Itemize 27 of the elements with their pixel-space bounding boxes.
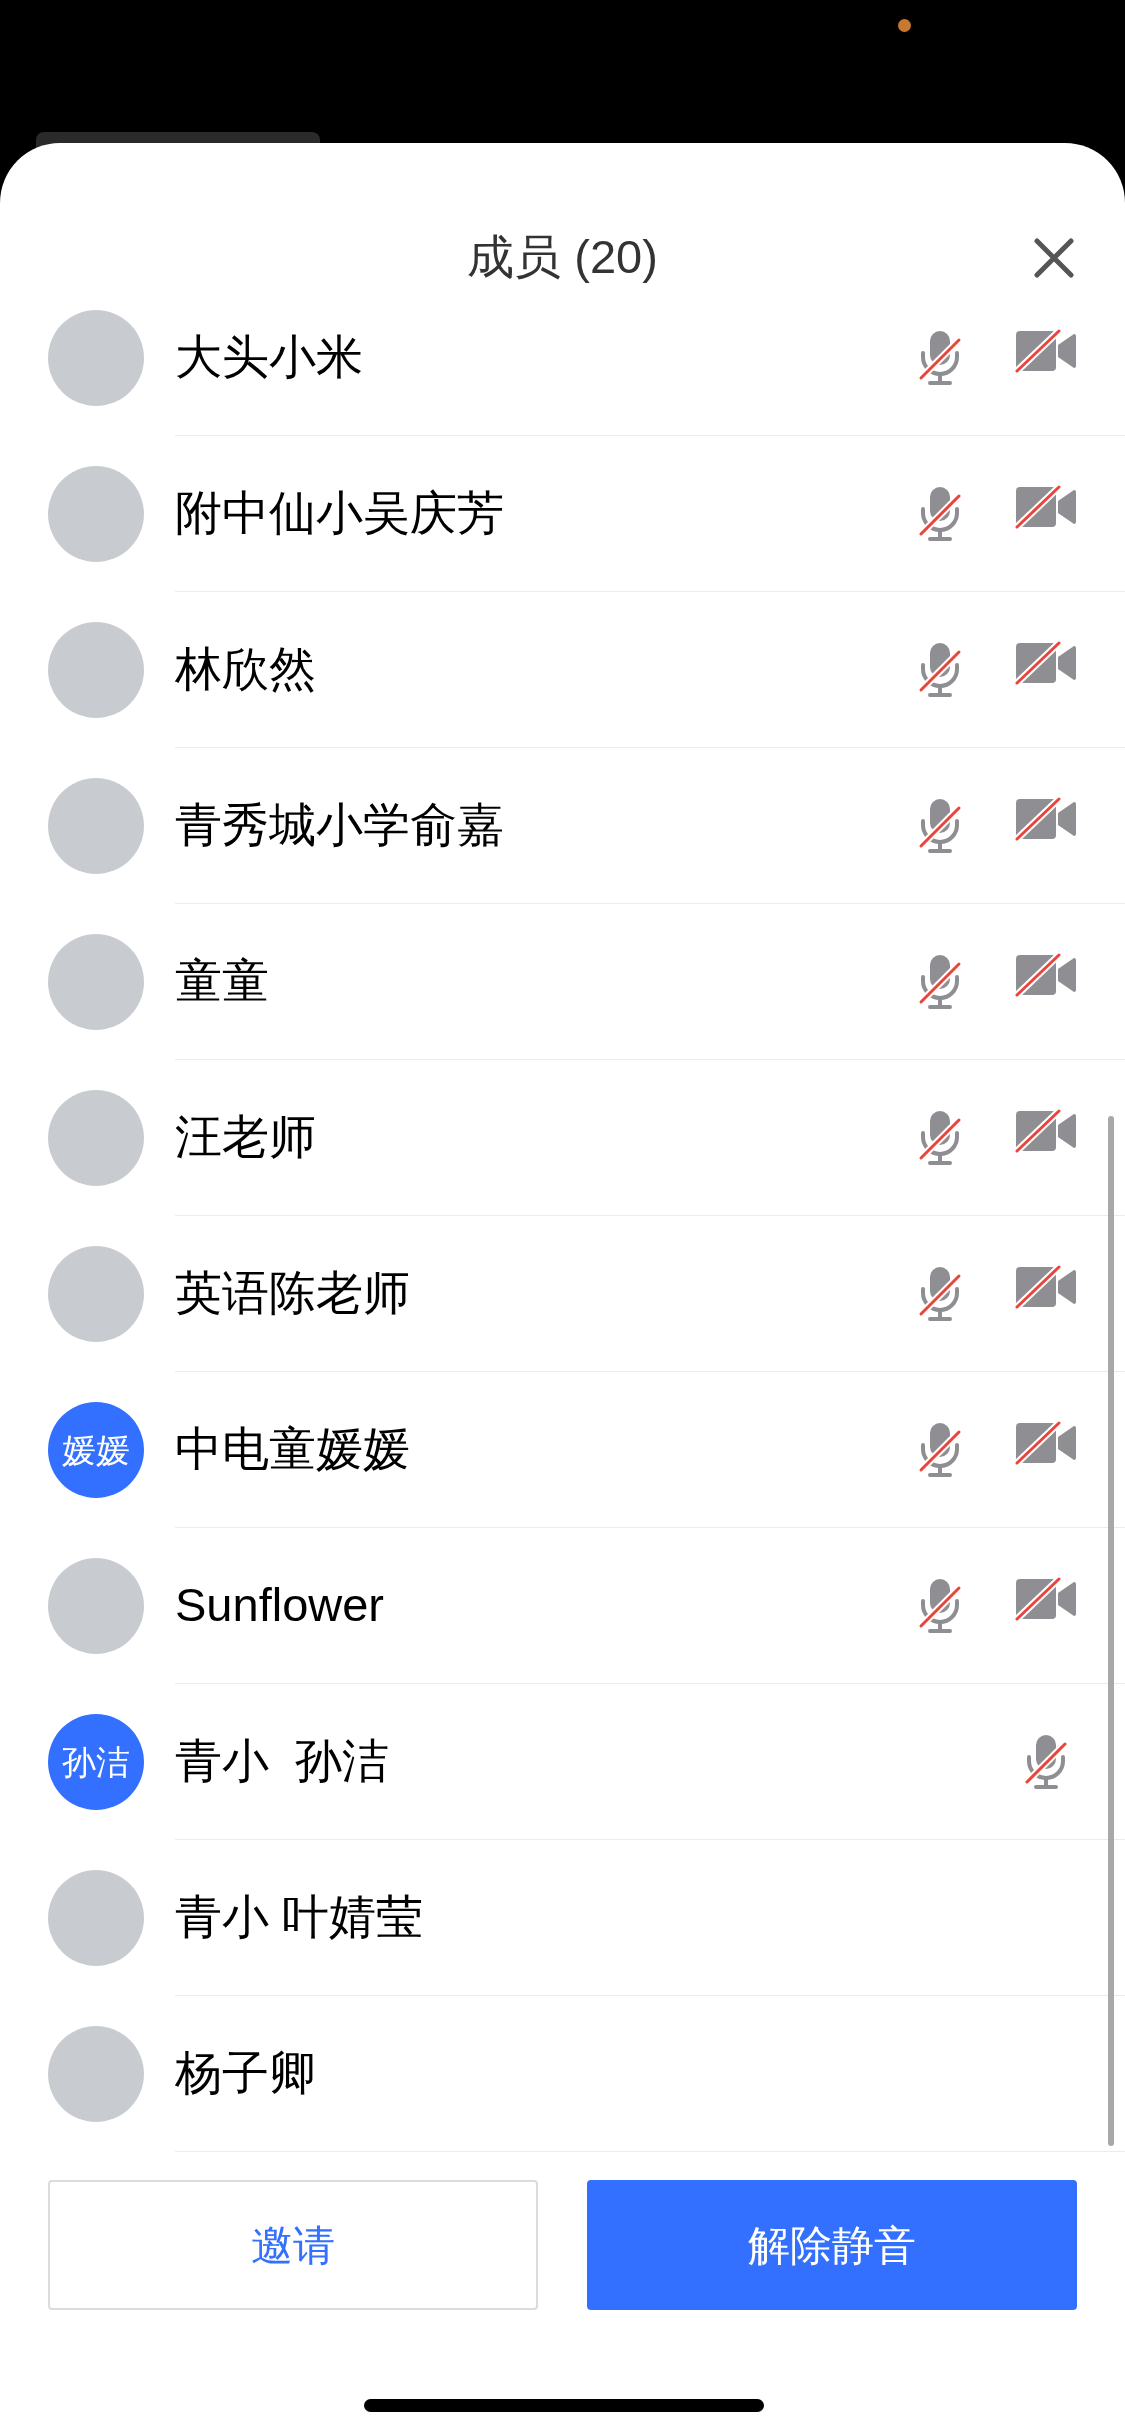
member-name: 中电童媛媛: [175, 1421, 411, 1478]
muted-mic-icon[interactable]: [1024, 1732, 1068, 1791]
sheet-title: 成员 (20): [467, 229, 658, 286]
member-name: Sunflower: [175, 1577, 385, 1634]
muted-mic-icon[interactable]: [918, 952, 962, 1011]
member-name: 杨子卿: [175, 2045, 317, 2102]
member-name: 林欣然: [175, 641, 317, 698]
initials-avatar: 孙洁: [48, 1714, 144, 1810]
member-name: 汪老师: [175, 1109, 317, 1166]
muted-mic-icon[interactable]: [918, 1264, 962, 1323]
muted-mic-icon[interactable]: [918, 796, 962, 855]
initials-avatar: 媛媛: [48, 1402, 144, 1498]
member-name: 大头小米: [175, 329, 364, 386]
muted-mic-icon[interactable]: [918, 1420, 962, 1479]
member-name: 附中仙小吴庆芳: [175, 485, 505, 542]
muted-mic-icon[interactable]: [918, 484, 962, 543]
member-name: 英语陈老师: [175, 1265, 411, 1322]
muted-mic-icon[interactable]: [918, 1108, 962, 1167]
muted-mic-icon[interactable]: [918, 640, 962, 699]
member-name: 童童: [175, 953, 270, 1010]
muted-mic-icon[interactable]: [918, 1576, 962, 1635]
invite-button[interactable]: 邀请: [48, 2180, 538, 2310]
unmute-button[interactable]: 解除静音: [587, 2180, 1077, 2310]
member-name: 青秀城小学俞嘉: [175, 797, 505, 854]
member-name: 青小 孙洁: [175, 1733, 391, 1790]
muted-mic-icon[interactable]: [918, 328, 962, 387]
member-name: 青小 叶婧莹: [175, 1889, 425, 1946]
